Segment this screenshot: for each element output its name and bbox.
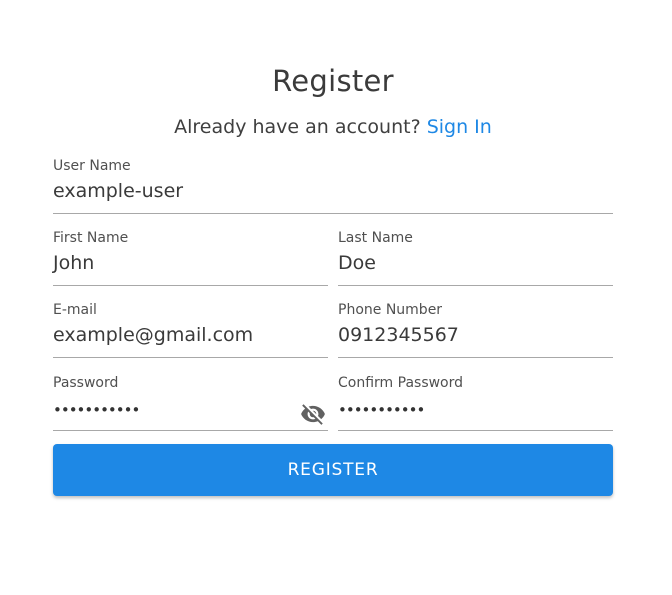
email-field[interactable]: E-mail example@gmail.com (53, 302, 328, 358)
first-name-input[interactable]: John (53, 250, 328, 276)
first-name-field[interactable]: First Name John (53, 230, 328, 286)
sign-in-prompt-text: Already have an account? (174, 116, 421, 138)
phone-field[interactable]: Phone Number 0912345567 (338, 302, 613, 358)
eye-off-icon[interactable] (298, 401, 328, 427)
username-input[interactable]: example-user (53, 178, 613, 204)
password-field[interactable]: Password ••••••••••• (53, 375, 328, 431)
phone-input[interactable]: 0912345567 (338, 322, 613, 348)
last-name-label: Last Name (338, 230, 413, 246)
confirm-password-input[interactable]: ••••••••••• (338, 397, 613, 423)
register-button[interactable]: REGISTER (53, 444, 613, 496)
password-input[interactable]: ••••••••••• (53, 397, 328, 423)
sign-in-prompt: Already have an account? Sign In (0, 116, 666, 138)
last-name-input[interactable]: Doe (338, 250, 613, 276)
username-label: User Name (53, 158, 131, 174)
page-title: Register (272, 64, 394, 98)
email-input[interactable]: example@gmail.com (53, 322, 328, 348)
register-page: Register Already have an account? Sign I… (0, 0, 672, 595)
last-name-field[interactable]: Last Name Doe (338, 230, 613, 286)
email-label: E-mail (53, 302, 97, 318)
phone-label: Phone Number (338, 302, 443, 318)
first-name-label: First Name (53, 230, 129, 246)
confirm-password-field[interactable]: Confirm Password ••••••••••• (338, 375, 613, 431)
confirm-password-label: Confirm Password (338, 375, 464, 391)
password-label: Password (53, 375, 119, 391)
sign-in-link[interactable]: Sign In (427, 116, 492, 138)
username-field[interactable]: User Name example-user (53, 158, 613, 214)
